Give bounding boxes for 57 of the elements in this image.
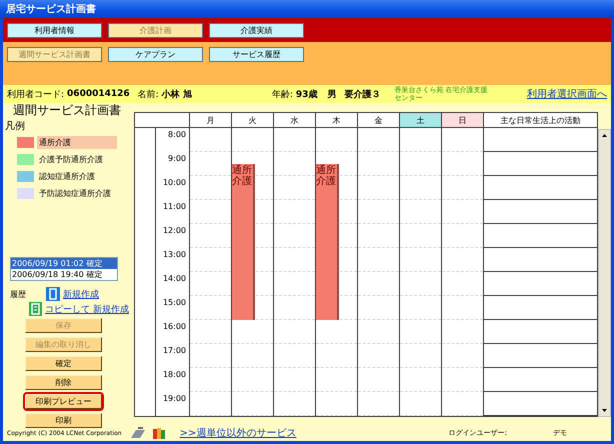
- phone-icon[interactable]: [130, 427, 146, 439]
- service-block[interactable]: 通所介護: [316, 164, 339, 188]
- copy-new-link[interactable]: コピーして 新規作成: [45, 302, 129, 316]
- main-tab[interactable]: 介護計画: [108, 22, 203, 38]
- name-label: 名前:: [138, 88, 159, 100]
- main-tab[interactable]: 利用者情報: [7, 22, 102, 38]
- time-label: 18:00: [162, 370, 186, 379]
- books-icon[interactable]: [152, 427, 166, 439]
- sub-tab[interactable]: サービス履歴: [209, 47, 304, 62]
- time-label: 8:00: [168, 130, 186, 139]
- legend-item[interactable]: 予防認知症通所介護: [37, 187, 117, 200]
- service-block[interactable]: [316, 308, 339, 320]
- action-button[interactable]: 印刷: [25, 413, 102, 428]
- time-label: 9:00: [168, 154, 186, 163]
- action-button[interactable]: 印刷プレビュー: [25, 394, 102, 409]
- legend-item[interactable]: 認知症通所介護: [37, 170, 117, 183]
- legend-item[interactable]: 通所介護: [37, 136, 117, 149]
- document-icon[interactable]: [46, 287, 60, 301]
- action-button[interactable]: 確定: [25, 356, 102, 371]
- service-block[interactable]: 通所介護: [232, 164, 255, 188]
- other-services-link[interactable]: >>週単位以外のサービス: [180, 426, 296, 440]
- activity-header: 主な日常生活上の活動: [500, 114, 582, 126]
- window-title: 居宅サービス計画書: [6, 2, 96, 16]
- user-age: 93歳: [296, 88, 318, 100]
- time-label: 17:00: [162, 346, 186, 355]
- history-item[interactable]: 2006/09/18 19:40 確定: [11, 269, 117, 280]
- service-block[interactable]: [232, 308, 255, 320]
- time-label: 13:00: [162, 250, 186, 259]
- history-list[interactable]: 2006/09/19 01:02 確定 2006/09/18 19:40 確定: [10, 257, 118, 281]
- legend-item[interactable]: 介護予防通所介護: [37, 153, 117, 166]
- care-level: 要介護３: [344, 88, 380, 100]
- day-header: 日: [442, 113, 484, 127]
- sub-tab[interactable]: ケアプラン: [108, 47, 203, 62]
- time-label: 14:00: [162, 274, 186, 283]
- user-sex: 男: [327, 88, 336, 100]
- code-label: 利用者コード:: [7, 88, 64, 100]
- time-label: 12:00: [162, 226, 186, 235]
- history-item[interactable]: 2006/09/19 01:02 確定: [11, 258, 117, 269]
- action-button[interactable]: 削除: [25, 375, 102, 390]
- time-label: 16:00: [162, 322, 186, 331]
- day-header: 土: [400, 113, 442, 127]
- main-tab[interactable]: 介護実績: [209, 22, 304, 38]
- time-label: 10:00: [162, 178, 186, 187]
- user-name: 小林 旭: [162, 88, 192, 100]
- sub-tab[interactable]: 週間サービス計画書: [7, 47, 102, 62]
- history-label: 履歴: [10, 288, 26, 300]
- user-code: 0600014126: [67, 89, 130, 99]
- copy-icon[interactable]: [29, 302, 42, 316]
- scrollbar[interactable]: [598, 129, 611, 417]
- new-link[interactable]: 新規作成: [63, 288, 99, 300]
- time-label: 19:00: [162, 394, 186, 403]
- legend-title: 凡例: [4, 120, 26, 133]
- time-label: 15:00: [162, 298, 186, 307]
- page-title: 週間サービス計画書: [12, 103, 122, 118]
- age-label: 年齢:: [272, 88, 293, 100]
- select-user-link[interactable]: 利用者選択画面へ: [527, 87, 607, 101]
- time-label: 11:00: [162, 202, 186, 211]
